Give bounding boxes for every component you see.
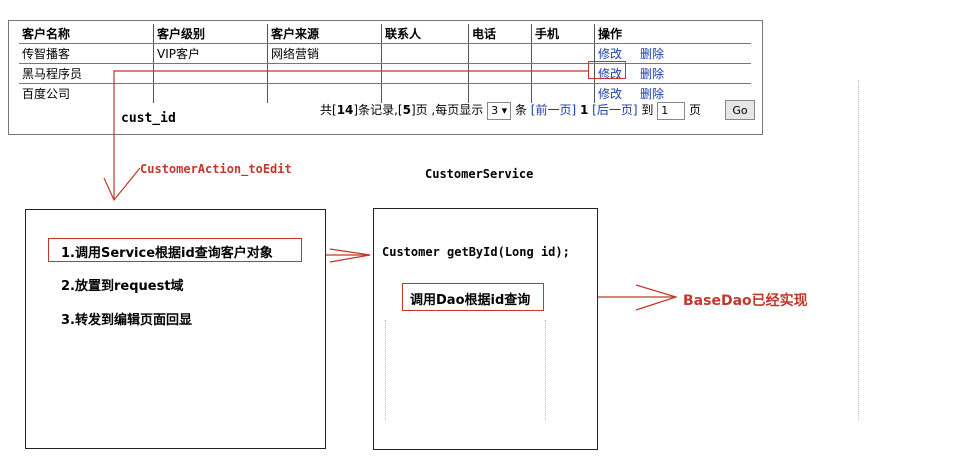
guide-line bbox=[858, 80, 860, 420]
cust-id-label: cust_id bbox=[121, 111, 176, 126]
basedao-note: BaseDao已经实现 bbox=[683, 293, 808, 309]
action-step-1: 1.调用Service根据id查询客户对象 bbox=[61, 246, 273, 261]
guide-line bbox=[385, 320, 387, 420]
action-method-label: CustomerAction_toEdit bbox=[140, 162, 292, 176]
service-method-signature: Customer getById(Long id); bbox=[382, 245, 570, 259]
service-dao-call: 调用Dao根据id查询 bbox=[410, 293, 531, 308]
guide-line bbox=[545, 320, 547, 420]
arrowhead-action bbox=[103, 167, 141, 202]
action-step-3: 3.转发到编辑页面回显 bbox=[61, 313, 192, 328]
action-step-2: 2.放置到request域 bbox=[61, 279, 184, 294]
service-title: CustomerService bbox=[425, 167, 534, 181]
